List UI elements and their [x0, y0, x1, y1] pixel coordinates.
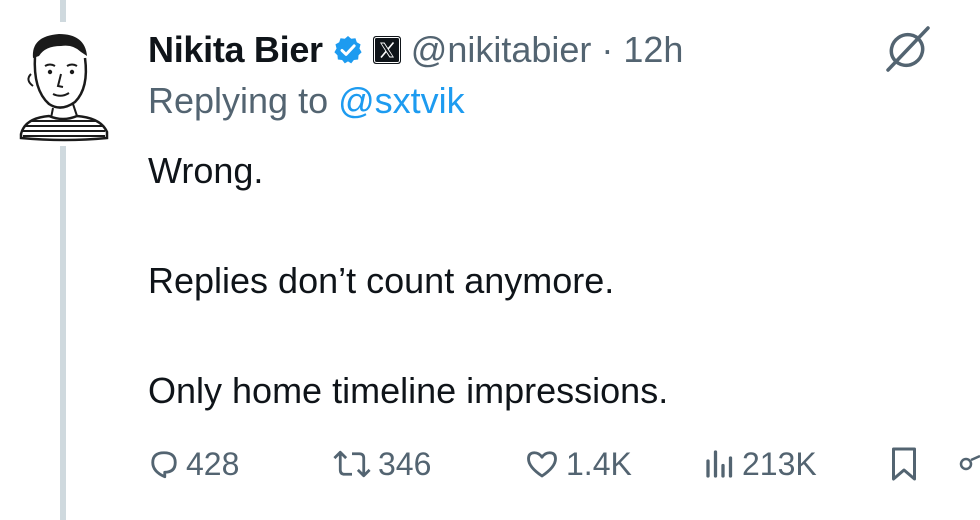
- views-button[interactable]: 213K: [702, 440, 817, 488]
- like-count: 1.4K: [566, 445, 632, 482]
- tweet-text-line: Only home timeline impressions.: [148, 370, 669, 411]
- handle-and-time[interactable]: @nikitabier · 12h: [411, 29, 684, 71]
- share-icon: [959, 454, 980, 471]
- analytics-icon: [706, 450, 733, 478]
- tweet-text-line: Wrong.: [148, 150, 264, 191]
- reply-count: 428: [186, 445, 240, 482]
- reply-button[interactable]: 428: [146, 440, 239, 488]
- repost-icon: [333, 450, 371, 478]
- tweet-actions: 428 346 1.4K 213K: [146, 440, 980, 488]
- bookmark-button[interactable]: [886, 440, 922, 488]
- replying-to-mention[interactable]: @sxtvik: [338, 80, 465, 121]
- reply-icon: [151, 451, 177, 479]
- avatar[interactable]: [15, 30, 111, 142]
- repost-count: 346: [378, 445, 432, 482]
- replying-prefix: Replying to: [148, 80, 339, 121]
- verified-badge-icon[interactable]: [332, 34, 364, 66]
- tweet-header: Nikita Bier @nikitabier · 12h: [148, 22, 683, 78]
- grok-icon[interactable]: [882, 24, 936, 74]
- thread-line: [60, 146, 66, 520]
- bookmark-icon: [892, 447, 916, 481]
- tweet-text-line: Replies don’t count anymore.: [148, 260, 615, 301]
- replying-to: Replying to @sxtvik: [148, 80, 465, 122]
- repost-button[interactable]: 346: [330, 440, 431, 488]
- x-logo-icon[interactable]: [372, 36, 401, 64]
- like-button[interactable]: 1.4K: [522, 440, 632, 488]
- thread-line-top: [60, 0, 66, 22]
- views-count: 213K: [742, 445, 817, 482]
- author-name[interactable]: Nikita Bier: [148, 29, 323, 71]
- heart-icon: [527, 451, 557, 478]
- share-button[interactable]: [954, 440, 980, 488]
